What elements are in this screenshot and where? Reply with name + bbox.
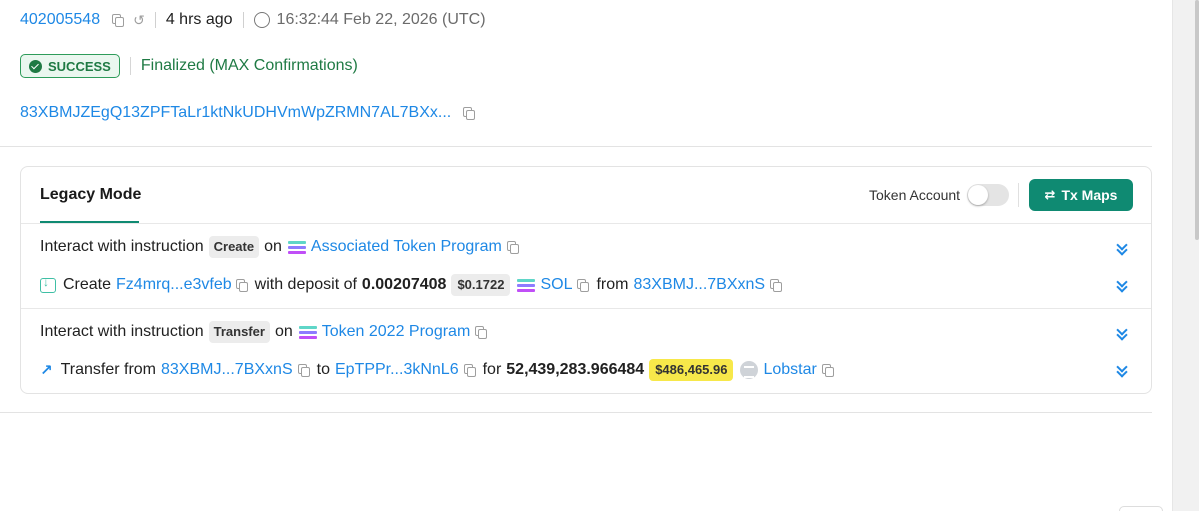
arrow-up-right-icon: ↗ xyxy=(40,362,53,379)
transfer-amount: 52,439,283.966484 xyxy=(506,361,645,378)
copy-icon[interactable] xyxy=(112,14,125,27)
from-text: from xyxy=(596,276,629,293)
main-panel: 402005548 ↺ 4 hrs ago 16:32:44 Feb 22, 2… xyxy=(0,0,1172,511)
section-divider xyxy=(0,146,1152,147)
detail-verb: Create xyxy=(63,276,112,293)
divider xyxy=(242,12,244,28)
copy-icon[interactable] xyxy=(770,279,783,292)
divider xyxy=(154,12,156,28)
history-icon: ↺ xyxy=(133,11,145,28)
token-account-label: Token Account xyxy=(869,187,961,203)
deposit-amount: 0.00207408 xyxy=(361,276,447,293)
instruction-row: Interact with instruction Create on Asso… xyxy=(40,235,519,259)
copy-icon[interactable] xyxy=(235,279,248,292)
floating-button-edge[interactable] xyxy=(1119,506,1163,511)
program-icon xyxy=(298,325,317,339)
scrollbar-thumb[interactable] xyxy=(1195,0,1199,240)
to-address-link[interactable]: EpTPPr...3kNnL6 xyxy=(335,361,459,379)
block-link[interactable]: 402005548 xyxy=(20,11,100,29)
instruction-prefix: Interact with instruction xyxy=(40,238,204,255)
to-text: to xyxy=(316,361,330,378)
sol-token-icon xyxy=(517,278,536,292)
divider xyxy=(1018,183,1019,207)
instruction-detail-row: Create Fz4mrq...e3vfeb with deposit of 0… xyxy=(40,273,783,297)
on-text: on xyxy=(274,323,293,340)
page-scrollbar[interactable] xyxy=(1172,0,1199,511)
expand-chevron-icon[interactable] xyxy=(1115,278,1129,292)
instruction-type-chip: Transfer xyxy=(208,321,270,343)
program-link[interactable]: Associated Token Program xyxy=(311,238,502,256)
route-icon: ⇄ xyxy=(1044,187,1056,202)
check-circle-icon xyxy=(29,59,42,73)
usd-value-badge: $0.1722 xyxy=(451,274,511,296)
instructions-card: Legacy Mode Token Account ⇄ Tx Maps Inte… xyxy=(20,166,1152,394)
copy-icon[interactable] xyxy=(821,364,834,377)
row-divider xyxy=(21,308,1151,309)
clock-icon xyxy=(253,12,270,28)
copy-icon[interactable] xyxy=(577,279,590,292)
token-link[interactable]: Lobstar xyxy=(763,361,816,379)
copy-icon[interactable] xyxy=(463,364,476,377)
download-icon xyxy=(40,275,56,293)
status-badge-label: SUCCESS xyxy=(48,58,111,74)
instruction-prefix: Interact with instruction xyxy=(40,323,204,340)
tx-maps-button[interactable]: ⇄ Tx Maps xyxy=(1029,179,1133,211)
expand-chevron-icon[interactable] xyxy=(1115,326,1129,340)
signer-link[interactable]: 83XBMJZEgQ13ZPFTaLr1ktNkUDHVmWpZRMN7AL7B… xyxy=(20,104,451,122)
status-row: SUCCESS Finalized (MAX Confirmations) xyxy=(20,54,358,78)
expand-chevron-icon[interactable] xyxy=(1115,363,1129,377)
copy-icon[interactable] xyxy=(506,241,519,254)
signer-row: 83XBMJZEgQ13ZPFTaLr1ktNkUDHVmWpZRMN7AL7B… xyxy=(20,102,476,124)
instruction-detail-row: ↗ Transfer from 83XBMJ...7BXxnS to EpTPP… xyxy=(40,358,834,382)
tab-legacy-mode[interactable]: Legacy Mode xyxy=(40,186,141,204)
instruction-type-chip: Create xyxy=(208,236,260,258)
from-address-link[interactable]: 83XBMJ...7BXxnS xyxy=(161,361,293,379)
from-address-link[interactable]: 83XBMJ...7BXxnS xyxy=(633,276,765,294)
status-badge: SUCCESS xyxy=(20,54,120,78)
tx-meta-row: 402005548 ↺ 4 hrs ago 16:32:44 Feb 22, 2… xyxy=(20,8,486,32)
detail-verb: Transfer from xyxy=(60,361,156,378)
instruction-row: Interact with instruction Transfer on To… xyxy=(40,320,488,344)
card-header: Legacy Mode Token Account ⇄ Tx Maps xyxy=(21,167,1151,224)
copy-icon[interactable] xyxy=(297,364,310,377)
token-link[interactable]: SOL xyxy=(540,276,572,294)
usd-value-badge: $486,465.96 xyxy=(649,359,734,381)
on-text: on xyxy=(264,238,282,255)
tx-maps-label: Tx Maps xyxy=(1061,187,1118,203)
token-account-toggle[interactable] xyxy=(967,184,1009,206)
tx-timestamp: 16:32:44 Feb 22, 2026 (UTC) xyxy=(276,11,486,28)
section-divider xyxy=(0,412,1152,413)
toggle-knob xyxy=(968,185,988,205)
lobstar-token-icon xyxy=(740,361,759,379)
finality-text: Finalized (MAX Confirmations) xyxy=(140,57,358,74)
copy-icon[interactable] xyxy=(475,326,488,339)
tab-active-indicator xyxy=(40,221,139,223)
expand-chevron-icon[interactable] xyxy=(1115,241,1129,255)
detail-text: with deposit of xyxy=(254,276,357,293)
tx-age: 4 hrs ago xyxy=(165,11,233,28)
divider xyxy=(129,57,131,75)
for-text: for xyxy=(482,361,502,378)
copy-icon[interactable] xyxy=(463,107,476,120)
account-link[interactable]: Fz4mrq...e3vfeb xyxy=(116,276,232,294)
program-link[interactable]: Token 2022 Program xyxy=(322,323,471,341)
program-icon xyxy=(287,240,306,254)
